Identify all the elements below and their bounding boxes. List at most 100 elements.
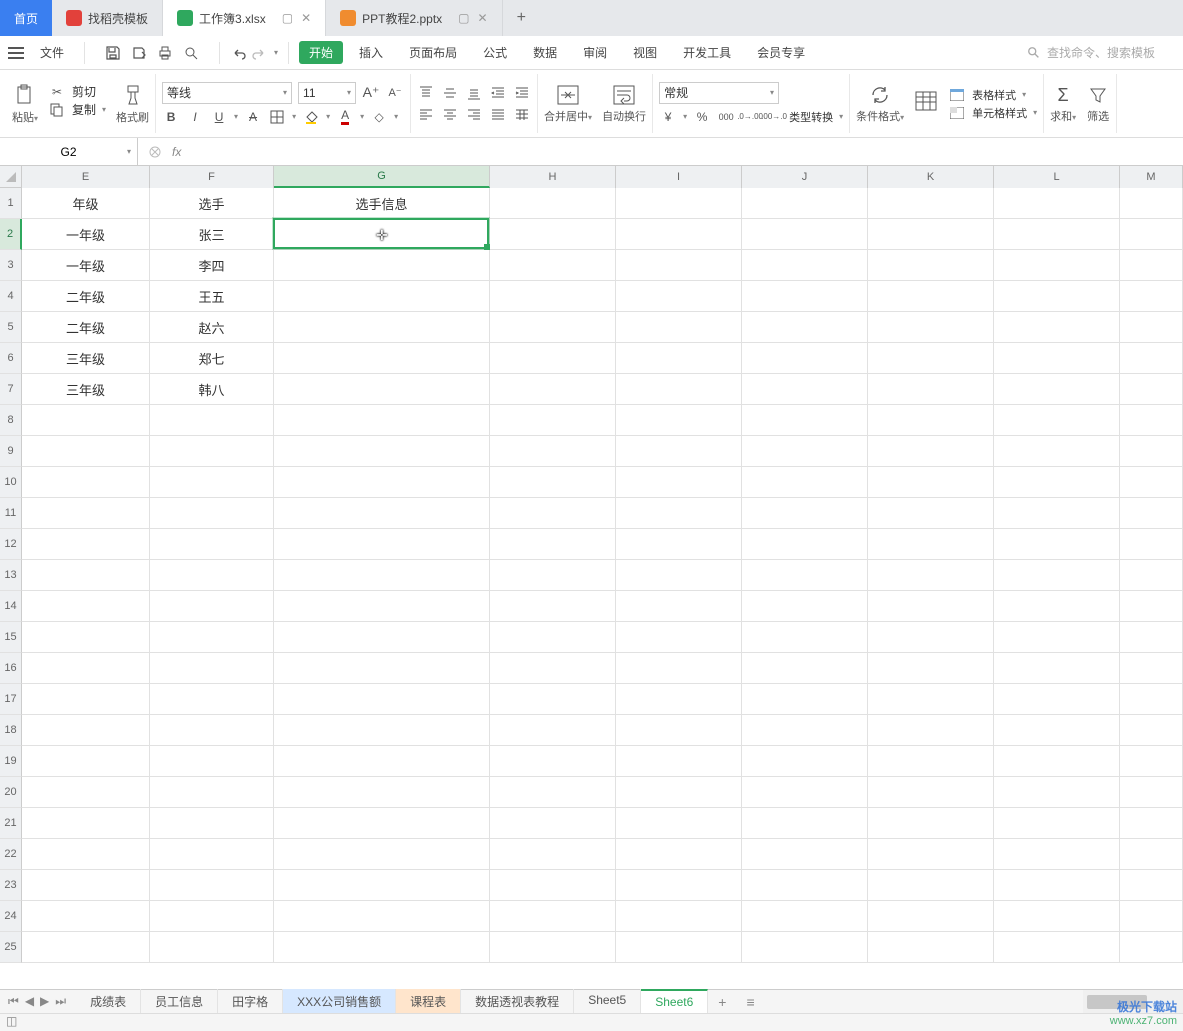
decrease-decimal-icon[interactable]: .00→.0 bbox=[765, 108, 783, 126]
cell[interactable] bbox=[742, 653, 868, 684]
name-box-input[interactable] bbox=[0, 145, 137, 159]
currency-icon[interactable]: ¥ bbox=[659, 108, 677, 126]
cell[interactable] bbox=[868, 808, 994, 839]
cell[interactable] bbox=[274, 622, 490, 653]
row-header[interactable]: 1 bbox=[0, 188, 22, 219]
align-top-icon[interactable] bbox=[417, 84, 435, 102]
row-header[interactable]: 17 bbox=[0, 684, 22, 715]
cell[interactable] bbox=[150, 467, 274, 498]
cell[interactable]: 郑七 bbox=[150, 343, 274, 374]
cell[interactable] bbox=[274, 374, 490, 405]
first-sheet-icon[interactable]: ⏮ bbox=[8, 994, 19, 1009]
cell[interactable] bbox=[1120, 746, 1183, 777]
cell[interactable] bbox=[742, 498, 868, 529]
cell[interactable] bbox=[616, 839, 742, 870]
cell[interactable] bbox=[1120, 467, 1183, 498]
cell[interactable] bbox=[1120, 498, 1183, 529]
row-header[interactable]: 5 bbox=[0, 312, 22, 343]
sheet-tab[interactable]: 员工信息 bbox=[141, 989, 218, 1014]
sheet-tab[interactable]: Sheet5 bbox=[574, 989, 641, 1014]
cell[interactable] bbox=[490, 653, 616, 684]
cell[interactable]: 韩八 bbox=[150, 374, 274, 405]
print-preview-icon[interactable] bbox=[183, 45, 199, 61]
cell[interactable] bbox=[742, 312, 868, 343]
cell[interactable] bbox=[22, 808, 150, 839]
menu-view[interactable]: 视图 bbox=[623, 40, 667, 65]
cell[interactable] bbox=[616, 808, 742, 839]
cell[interactable] bbox=[742, 529, 868, 560]
formula-input[interactable] bbox=[191, 138, 1183, 165]
next-sheet-icon[interactable]: ▶ bbox=[40, 994, 49, 1009]
cell[interactable] bbox=[742, 932, 868, 963]
row-header[interactable]: 4 bbox=[0, 281, 22, 312]
sheet-tab[interactable]: 课程表 bbox=[396, 989, 461, 1014]
cell[interactable] bbox=[616, 932, 742, 963]
cell[interactable] bbox=[868, 529, 994, 560]
row-header[interactable]: 16 bbox=[0, 653, 22, 684]
menu-dev[interactable]: 开发工具 bbox=[673, 40, 741, 65]
cell[interactable] bbox=[22, 622, 150, 653]
cell[interactable] bbox=[994, 684, 1120, 715]
cell[interactable] bbox=[490, 405, 616, 436]
cell[interactable] bbox=[150, 715, 274, 746]
cell[interactable] bbox=[616, 281, 742, 312]
cell[interactable] bbox=[616, 622, 742, 653]
cell[interactable] bbox=[150, 591, 274, 622]
cell[interactable] bbox=[994, 312, 1120, 343]
cell[interactable] bbox=[994, 746, 1120, 777]
menu-insert[interactable]: 插入 bbox=[349, 40, 393, 65]
cell[interactable] bbox=[490, 312, 616, 343]
cancel-formula-icon[interactable] bbox=[148, 145, 162, 159]
row-header[interactable]: 15 bbox=[0, 622, 22, 653]
cell[interactable] bbox=[742, 374, 868, 405]
copy-icon[interactable] bbox=[48, 101, 66, 119]
cell[interactable] bbox=[742, 777, 868, 808]
cell[interactable] bbox=[616, 219, 742, 250]
cell[interactable] bbox=[742, 250, 868, 281]
cell[interactable] bbox=[22, 684, 150, 715]
cell[interactable] bbox=[868, 188, 994, 219]
tab-ppt[interactable]: PPT教程2.pptx ▢ ✕ bbox=[326, 0, 502, 36]
prev-sheet-icon[interactable]: ◀ bbox=[25, 994, 34, 1009]
cell[interactable] bbox=[150, 870, 274, 901]
cell[interactable]: 王五 bbox=[150, 281, 274, 312]
cell[interactable] bbox=[274, 839, 490, 870]
cell[interactable] bbox=[150, 436, 274, 467]
cell[interactable] bbox=[868, 219, 994, 250]
cell[interactable] bbox=[742, 870, 868, 901]
format-painter-icon[interactable] bbox=[121, 83, 145, 107]
cell[interactable] bbox=[742, 684, 868, 715]
cell[interactable]: 年级 bbox=[22, 188, 150, 219]
cell[interactable] bbox=[868, 436, 994, 467]
cell[interactable] bbox=[742, 839, 868, 870]
cell[interactable] bbox=[616, 374, 742, 405]
cell[interactable] bbox=[274, 343, 490, 374]
cell[interactable] bbox=[742, 901, 868, 932]
row-header[interactable]: 21 bbox=[0, 808, 22, 839]
cell[interactable] bbox=[994, 591, 1120, 622]
row-header[interactable]: 6 bbox=[0, 343, 22, 374]
menu-file[interactable]: 文件 bbox=[30, 40, 74, 65]
cell[interactable] bbox=[22, 653, 150, 684]
cell[interactable] bbox=[150, 529, 274, 560]
align-middle-icon[interactable] bbox=[441, 84, 459, 102]
cell[interactable] bbox=[490, 870, 616, 901]
cell[interactable] bbox=[274, 808, 490, 839]
cell[interactable]: 选手 bbox=[150, 188, 274, 219]
cell[interactable] bbox=[490, 529, 616, 560]
cell[interactable] bbox=[868, 932, 994, 963]
cell[interactable] bbox=[1120, 374, 1183, 405]
cell[interactable] bbox=[22, 591, 150, 622]
column-header[interactable]: I bbox=[616, 166, 742, 188]
cell[interactable] bbox=[274, 436, 490, 467]
cell[interactable] bbox=[22, 405, 150, 436]
cell[interactable] bbox=[616, 529, 742, 560]
cell[interactable] bbox=[742, 188, 868, 219]
menu-start[interactable]: 开始 bbox=[299, 41, 343, 64]
cell[interactable] bbox=[994, 467, 1120, 498]
row-header[interactable]: 10 bbox=[0, 467, 22, 498]
cell[interactable] bbox=[150, 777, 274, 808]
cell[interactable] bbox=[994, 436, 1120, 467]
percent-icon[interactable]: % bbox=[693, 108, 711, 126]
cell[interactable] bbox=[742, 343, 868, 374]
